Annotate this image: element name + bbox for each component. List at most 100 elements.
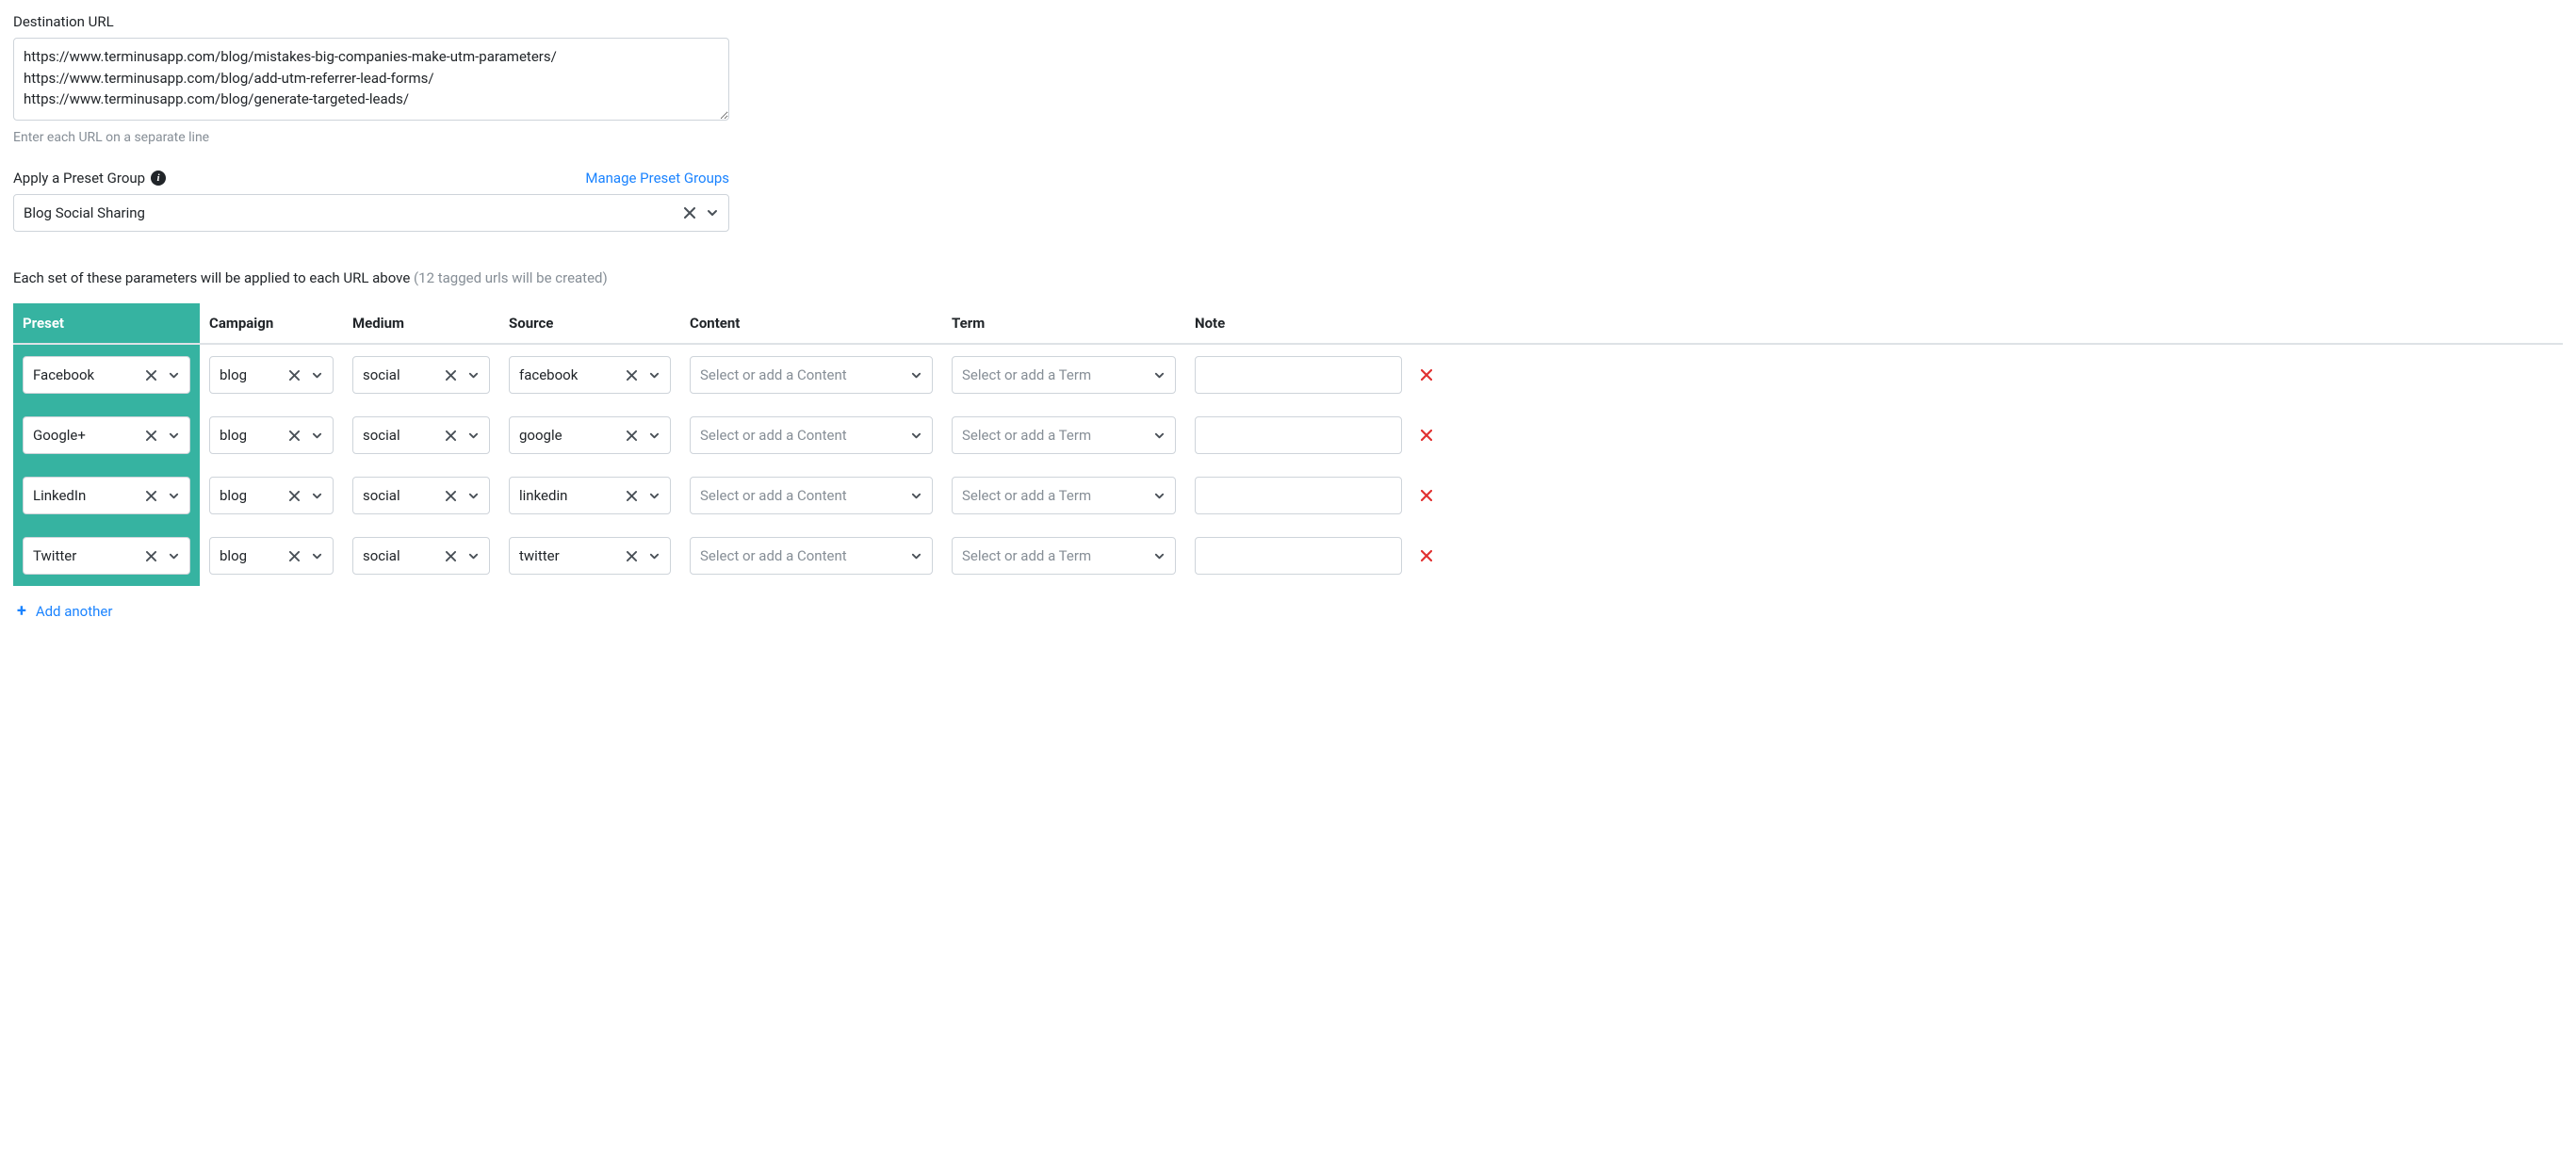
term-select[interactable]: Select or add a Term: [952, 356, 1176, 394]
delete-row-button[interactable]: [1411, 479, 1440, 512]
destination-url-help: Enter each URL on a separate line: [13, 130, 729, 145]
chevron-down-icon[interactable]: [645, 427, 662, 444]
close-icon[interactable]: [142, 427, 159, 444]
close-icon[interactable]: [142, 366, 159, 383]
source-select[interactable]: facebook: [509, 356, 671, 394]
source-value: linkedin: [519, 487, 623, 504]
plus-icon: +: [17, 603, 26, 620]
chevron-down-icon[interactable]: [1150, 487, 1167, 504]
table-row: LinkedIn blog social linkedin: [13, 465, 2563, 526]
campaign-select[interactable]: blog: [209, 356, 334, 394]
close-icon[interactable]: [442, 487, 459, 504]
chevron-down-icon[interactable]: [308, 487, 325, 504]
destination-url-textarea[interactable]: [13, 38, 729, 121]
note-input[interactable]: [1195, 416, 1402, 454]
chevron-down-icon[interactable]: [907, 547, 924, 564]
column-header-source: Source: [499, 303, 680, 343]
table-row: Twitter blog social twitter: [13, 526, 2563, 586]
source-select[interactable]: twitter: [509, 537, 671, 575]
campaign-value: blog: [220, 547, 285, 564]
medium-select[interactable]: social: [352, 477, 490, 514]
preset-select[interactable]: Twitter: [23, 537, 190, 575]
chevron-down-icon[interactable]: [465, 366, 481, 383]
close-icon[interactable]: [623, 547, 640, 564]
preset-group-value: Blog Social Sharing: [24, 204, 681, 221]
content-value: Select or add a Content: [700, 547, 907, 564]
campaign-select[interactable]: blog: [209, 416, 334, 454]
preset-group-label: Apply a Preset Group: [13, 170, 145, 187]
content-value: Select or add a Content: [700, 427, 907, 444]
chevron-down-icon[interactable]: [1150, 427, 1167, 444]
info-icon[interactable]: i: [151, 171, 166, 186]
close-icon[interactable]: [285, 366, 302, 383]
chevron-down-icon[interactable]: [907, 487, 924, 504]
chevron-down-icon[interactable]: [165, 366, 182, 383]
preset-value: Twitter: [33, 547, 142, 564]
chevron-down-icon[interactable]: [165, 487, 182, 504]
close-icon[interactable]: [623, 487, 640, 504]
close-icon[interactable]: [681, 204, 698, 221]
content-select[interactable]: Select or add a Content: [690, 537, 933, 575]
preset-group-select[interactable]: Blog Social Sharing: [13, 194, 729, 232]
column-header-campaign: Campaign: [200, 303, 343, 343]
chevron-down-icon[interactable]: [1150, 366, 1167, 383]
chevron-down-icon[interactable]: [165, 427, 182, 444]
close-icon[interactable]: [623, 366, 640, 383]
preset-select[interactable]: LinkedIn: [23, 477, 190, 514]
term-value: Select or add a Term: [962, 427, 1150, 444]
close-icon[interactable]: [442, 366, 459, 383]
medium-select[interactable]: social: [352, 356, 490, 394]
close-icon[interactable]: [442, 427, 459, 444]
chevron-down-icon[interactable]: [1150, 547, 1167, 564]
chevron-down-icon[interactable]: [704, 204, 721, 221]
chevron-down-icon[interactable]: [465, 547, 481, 564]
term-select[interactable]: Select or add a Term: [952, 477, 1176, 514]
campaign-select[interactable]: blog: [209, 477, 334, 514]
campaign-select[interactable]: blog: [209, 537, 334, 575]
chevron-down-icon[interactable]: [907, 366, 924, 383]
source-select[interactable]: linkedin: [509, 477, 671, 514]
chevron-down-icon[interactable]: [165, 547, 182, 564]
source-value: google: [519, 427, 623, 444]
chevron-down-icon[interactable]: [645, 366, 662, 383]
chevron-down-icon[interactable]: [308, 547, 325, 564]
chevron-down-icon[interactable]: [308, 366, 325, 383]
source-select[interactable]: google: [509, 416, 671, 454]
close-icon[interactable]: [623, 427, 640, 444]
medium-select[interactable]: social: [352, 416, 490, 454]
note-input[interactable]: [1195, 477, 1402, 514]
preset-value: Google+: [33, 427, 142, 444]
close-icon[interactable]: [142, 487, 159, 504]
table-row: Google+ blog social google: [13, 405, 2563, 465]
content-select[interactable]: Select or add a Content: [690, 356, 933, 394]
preset-select[interactable]: Facebook: [23, 356, 190, 394]
content-select[interactable]: Select or add a Content: [690, 477, 933, 514]
note-input[interactable]: [1195, 356, 1402, 394]
chevron-down-icon[interactable]: [308, 427, 325, 444]
preset-select[interactable]: Google+: [23, 416, 190, 454]
chevron-down-icon[interactable]: [645, 547, 662, 564]
params-intro-prefix: Each set of these parameters will be app…: [13, 269, 414, 286]
content-value: Select or add a Content: [700, 487, 907, 504]
term-select[interactable]: Select or add a Term: [952, 416, 1176, 454]
manage-preset-groups-link[interactable]: Manage Preset Groups: [585, 170, 729, 187]
medium-select[interactable]: social: [352, 537, 490, 575]
content-select[interactable]: Select or add a Content: [690, 416, 933, 454]
close-icon[interactable]: [285, 487, 302, 504]
close-icon[interactable]: [285, 547, 302, 564]
chevron-down-icon[interactable]: [465, 427, 481, 444]
delete-row-button[interactable]: [1411, 418, 1440, 452]
add-another-button[interactable]: + Add another: [13, 603, 112, 620]
delete-row-button[interactable]: [1411, 358, 1440, 392]
note-input[interactable]: [1195, 537, 1402, 575]
delete-row-button[interactable]: [1411, 539, 1440, 573]
term-select[interactable]: Select or add a Term: [952, 537, 1176, 575]
chevron-down-icon[interactable]: [645, 487, 662, 504]
close-icon[interactable]: [142, 547, 159, 564]
chevron-down-icon[interactable]: [465, 487, 481, 504]
close-icon[interactable]: [285, 427, 302, 444]
chevron-down-icon[interactable]: [907, 427, 924, 444]
content-value: Select or add a Content: [700, 366, 907, 383]
close-icon[interactable]: [442, 547, 459, 564]
preset-value: LinkedIn: [33, 487, 142, 504]
